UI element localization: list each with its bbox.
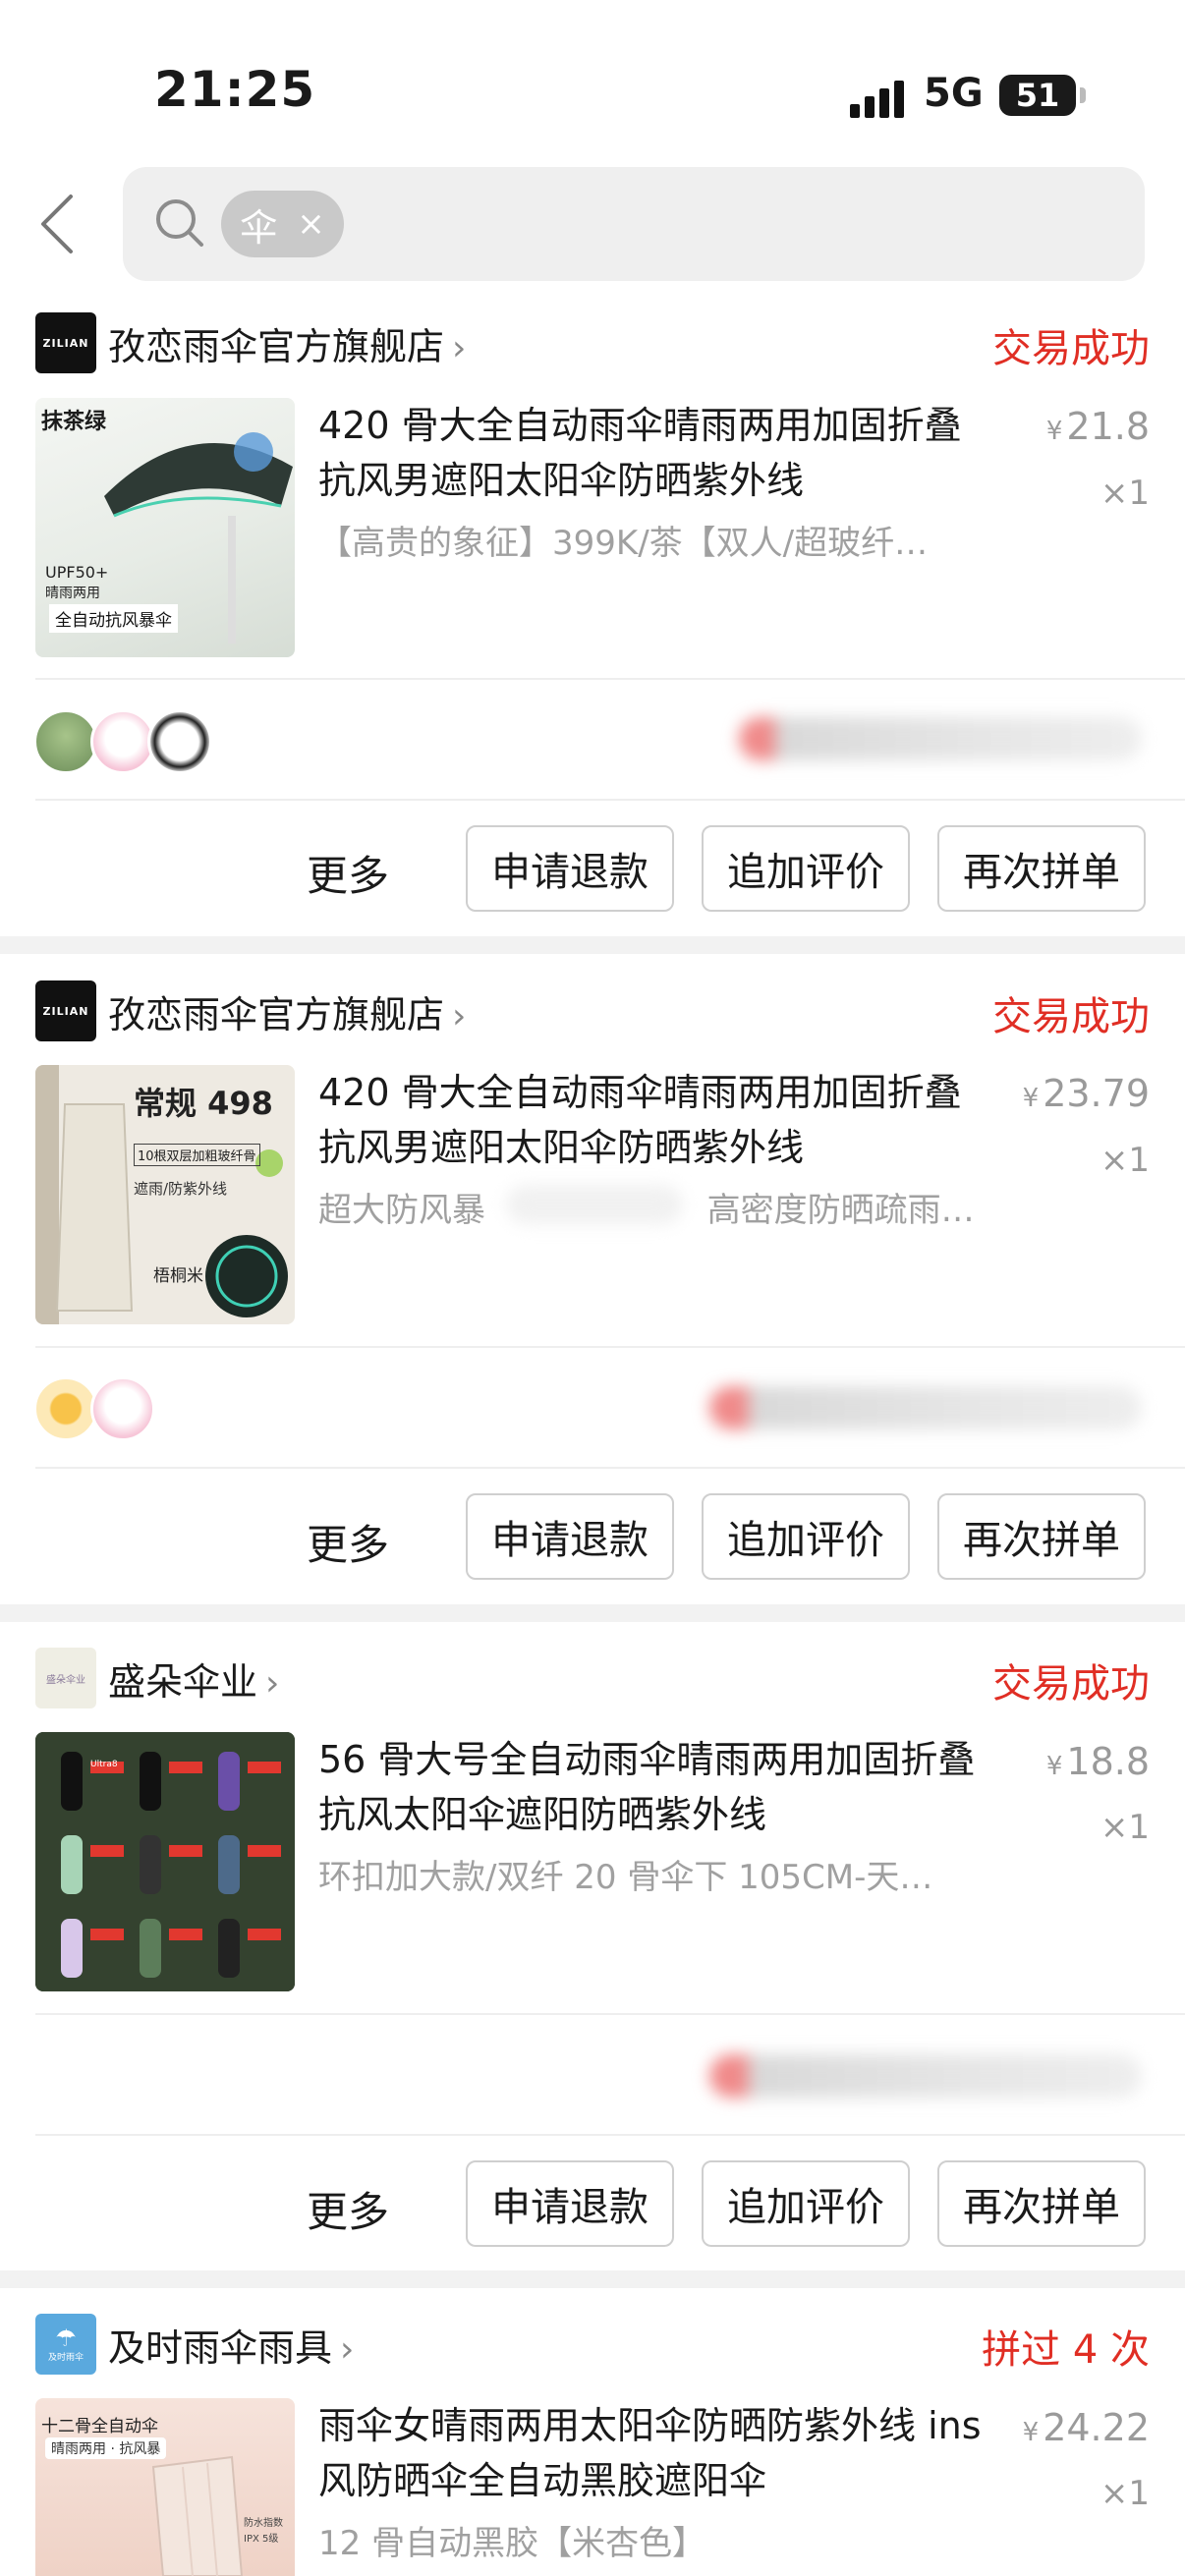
product-price: ¥23.79 bbox=[1022, 1072, 1150, 1115]
avatar bbox=[33, 709, 98, 774]
product-price: ¥21.8 bbox=[1045, 405, 1150, 448]
shop-logo: ☂ 及时雨伞 bbox=[35, 2314, 96, 2375]
product-thumbnail[interactable]: Ultra8 bbox=[35, 1732, 295, 1991]
blurred-order-info bbox=[739, 717, 1142, 760]
card-separator bbox=[0, 2270, 1185, 2288]
product-price: ¥24.22 bbox=[1022, 2406, 1150, 2449]
network-type: 5G bbox=[924, 71, 984, 116]
product-title[interactable]: 56 骨大号全自动雨伞晴雨两用加固折叠抗风太阳伞遮阳防晒紫外线 bbox=[318, 1732, 987, 1842]
add-review-button[interactable]: 追加评价 bbox=[702, 825, 910, 912]
shop-name[interactable]: 盛朵伞业 › bbox=[108, 1652, 279, 1706]
chevron-right-icon: › bbox=[265, 1663, 280, 1704]
request-refund-button[interactable]: 申请退款 bbox=[466, 825, 674, 912]
product-spec: 【高贵的象征】399K/茶【双人/超玻纤… bbox=[318, 524, 929, 563]
avatar bbox=[90, 1376, 155, 1441]
reorder-button[interactable]: 再次拼单 bbox=[937, 825, 1146, 912]
order-card: ☂ 及时雨伞 及时雨伞雨具 › 拼过 4 次 十二骨全自动伞 晴雨两用 · 抗风暴… bbox=[0, 2288, 1185, 2576]
product-title[interactable]: 420 骨大全自动雨伞晴雨两用加固折叠抗风男遮阳太阳伞防晒紫外线 bbox=[318, 398, 987, 508]
umbrella-icon: ☂ bbox=[55, 2324, 77, 2352]
battery-icon: 51 bbox=[999, 75, 1086, 116]
product-spec: 环扣加大款/双纤 20 骨伞下 105CM-天… bbox=[318, 1858, 933, 1897]
group-avatars bbox=[33, 1376, 155, 1441]
order-status: 交易成功 bbox=[992, 1661, 1150, 1707]
chip-label: 伞 bbox=[240, 205, 278, 250]
order-card: ZILIAN 孜恋雨伞官方旗舰店 › 交易成功 常规 498 10根双层加粗玻纤骨… bbox=[0, 954, 1185, 1604]
card-separator bbox=[0, 1604, 1185, 1622]
more-button[interactable]: 更多 bbox=[307, 1512, 389, 1572]
divider bbox=[35, 678, 1185, 680]
more-button[interactable]: 更多 bbox=[307, 843, 389, 903]
card-separator bbox=[0, 936, 1185, 954]
order-status: 交易成功 bbox=[992, 326, 1150, 371]
umbrella-grid-image bbox=[35, 1732, 295, 1991]
shop-logo: ZILIAN bbox=[35, 980, 96, 1041]
chevron-right-icon: › bbox=[340, 2329, 355, 2370]
status-time: 21:25 bbox=[154, 61, 316, 118]
cellular-signal-icon bbox=[850, 79, 909, 118]
product-quantity: ×1 bbox=[1100, 2474, 1150, 2513]
blurred-order-info bbox=[709, 1386, 1142, 1429]
product-quantity: ×1 bbox=[1100, 1808, 1150, 1847]
add-review-button[interactable]: 追加评价 bbox=[702, 1493, 910, 1580]
shop-name[interactable]: 及时雨伞雨具 › bbox=[108, 2318, 354, 2372]
request-refund-button[interactable]: 申请退款 bbox=[466, 2160, 674, 2247]
chip-close-icon[interactable]: × bbox=[297, 204, 325, 244]
product-title[interactable]: 420 骨大全自动雨伞晴雨两用加固折叠抗风男遮阳太阳伞防晒紫外线 bbox=[318, 1065, 987, 1175]
reorder-button[interactable]: 再次拼单 bbox=[937, 1493, 1146, 1580]
product-price: ¥18.8 bbox=[1045, 1740, 1150, 1783]
blurred-order-info bbox=[709, 2054, 1142, 2098]
product-spec: 12 骨自动黑胶【米杏色】 bbox=[318, 2524, 706, 2563]
search-keyword-chip[interactable]: 伞 × bbox=[221, 191, 344, 257]
shop-name[interactable]: 孜恋雨伞官方旗舰店 › bbox=[108, 984, 466, 1038]
group-avatars bbox=[33, 709, 212, 774]
product-quantity: ×1 bbox=[1100, 1141, 1150, 1180]
divider bbox=[35, 799, 1185, 801]
chevron-right-icon: › bbox=[452, 328, 467, 368]
avatar bbox=[147, 709, 212, 774]
more-button[interactable]: 更多 bbox=[307, 2179, 389, 2239]
shop-name[interactable]: 孜恋雨伞官方旗舰店 › bbox=[108, 316, 466, 370]
search-icon bbox=[156, 199, 203, 247]
reorder-button[interactable]: 再次拼单 bbox=[937, 2160, 1146, 2247]
product-quantity: ×1 bbox=[1100, 474, 1150, 513]
avatar bbox=[90, 709, 155, 774]
order-status: 拼过 4 次 bbox=[982, 2327, 1150, 2373]
product-thumbnail[interactable]: 十二骨全自动伞 晴雨两用 · 抗风暴 防水指数 IPX 5级 bbox=[35, 2398, 295, 2576]
divider bbox=[35, 1467, 1185, 1469]
product-thumbnail[interactable]: 常规 498 10根双层加粗玻纤骨 遮雨/防紫外线 梧桐米 bbox=[35, 1065, 295, 1324]
order-card: ZILIAN 孜恋雨伞官方旗舰店 › 交易成功 抹茶绿 UPF50+ 晴雨两用 全… bbox=[0, 305, 1185, 936]
product-thumbnail[interactable]: 抹茶绿 UPF50+ 晴雨两用 全自动抗风暴伞 bbox=[35, 398, 295, 657]
shop-logo: 盛朵伞业 bbox=[35, 1648, 96, 1708]
shop-logo: ZILIAN bbox=[35, 312, 96, 373]
back-arrow-icon[interactable] bbox=[37, 193, 77, 255]
add-review-button[interactable]: 追加评价 bbox=[702, 2160, 910, 2247]
blurred-spec bbox=[506, 1185, 683, 1224]
chevron-right-icon: › bbox=[452, 996, 467, 1036]
battery-level: 51 bbox=[1015, 77, 1060, 114]
avatar bbox=[33, 1376, 98, 1441]
product-title[interactable]: 雨伞女晴雨两用太阳伞防晒防紫外线 ins 风防晒伞全自动黑胶遮阳伞 bbox=[318, 2398, 987, 2508]
divider bbox=[35, 2013, 1185, 2015]
order-card: 盛朵伞业 盛朵伞业 › 交易成功 Ultra8 56 骨大号全自动雨伞晴雨两用加固… bbox=[0, 1622, 1185, 2270]
order-status: 交易成功 bbox=[992, 994, 1150, 1039]
request-refund-button[interactable]: 申请退款 bbox=[466, 1493, 674, 1580]
divider bbox=[35, 1346, 1185, 1348]
divider bbox=[35, 2134, 1185, 2136]
